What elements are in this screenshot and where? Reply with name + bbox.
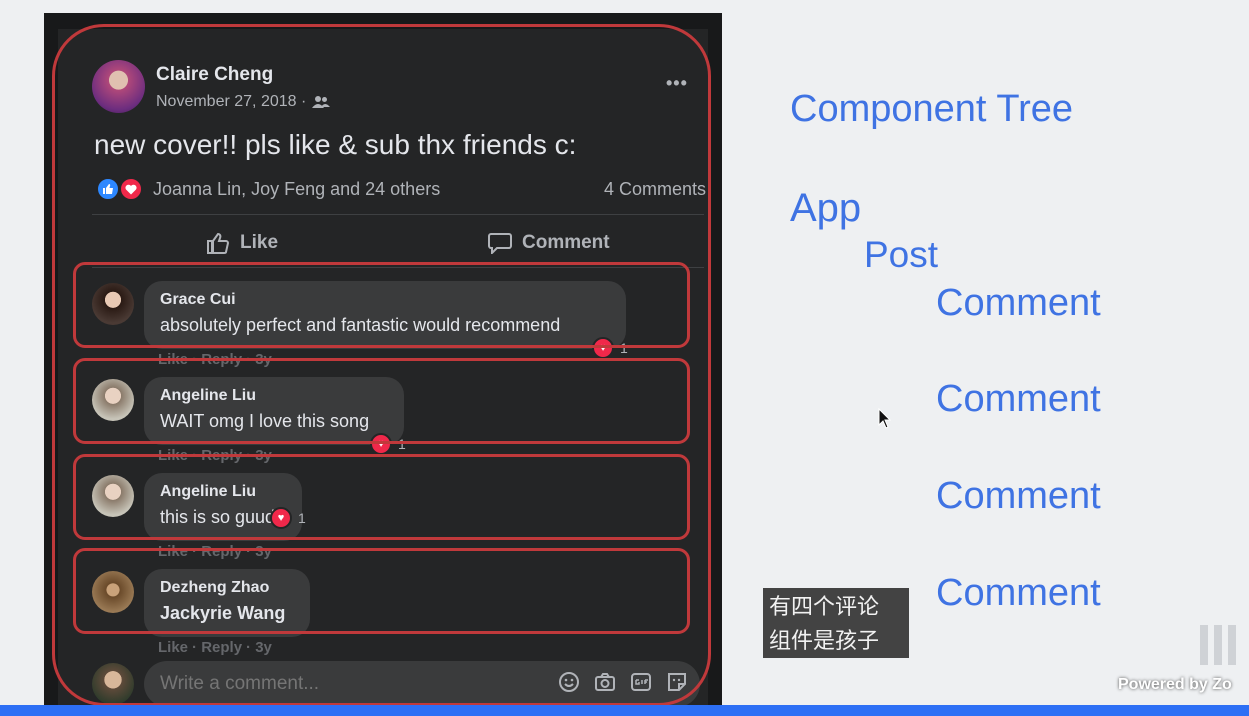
comment-reply-link[interactable]: Reply <box>201 543 242 560</box>
comment-text[interactable]: Jackyrie Wang <box>160 603 294 624</box>
comment-button[interactable]: Comment <box>488 229 610 257</box>
love-reaction-icon <box>119 177 143 201</box>
comment-text: absolutely perfect and fantastic would r… <box>160 315 561 335</box>
reactions-row[interactable]: Joanna Lin, Joy Feng and 24 others 4 Com… <box>96 175 706 201</box>
gif-icon[interactable] <box>630 671 652 693</box>
post-date: November 27, 2018 · <box>156 93 331 111</box>
commenter-avatar[interactable] <box>92 283 134 325</box>
love-reaction-icon: ♥ <box>592 337 614 359</box>
comment-actions: Like · Reply · 3y <box>158 447 272 464</box>
commenter-name[interactable]: Dezheng Zhao <box>160 579 294 597</box>
like-button[interactable]: Like <box>206 229 278 257</box>
like-button-label: Like <box>240 232 279 253</box>
comment-time: 3y <box>255 351 272 368</box>
divider <box>92 267 704 268</box>
commenter-avatar[interactable] <box>92 379 134 421</box>
comment-reaction-count: 1 <box>398 436 406 452</box>
author-name[interactable]: Claire Cheng <box>156 64 273 86</box>
comment-item: Angeline Liu this is so guud ♥ 1 Like · R… <box>92 469 704 563</box>
commenter-name[interactable]: Angeline Liu <box>160 483 286 501</box>
camera-icon[interactable] <box>594 671 616 693</box>
reactors-text[interactable]: Joanna Lin, Joy Feng and 24 others <box>153 179 440 200</box>
comment-tools <box>558 671 688 693</box>
mit-logo-icon <box>1200 625 1249 665</box>
comment-icon <box>488 233 512 254</box>
comment-bubble: Angeline Liu WAIT omg I love this song <box>144 377 404 445</box>
more-options-icon[interactable]: ••• <box>666 73 688 94</box>
comment-like-link[interactable]: Like <box>158 447 188 464</box>
bottom-progress-bar <box>0 705 1249 716</box>
tree-node-comment: Comment <box>936 378 1101 420</box>
post-text: new cover!! pls like & sub thx friends c… <box>94 129 577 160</box>
comment-like-link[interactable]: Like <box>158 543 188 560</box>
sticker-icon[interactable] <box>666 671 688 693</box>
author-avatar[interactable] <box>92 60 145 113</box>
commenter-avatar[interactable] <box>92 571 134 613</box>
love-reaction-icon: ♥ <box>270 507 292 529</box>
commenter-name[interactable]: Angeline Liu <box>160 387 388 405</box>
comment-count[interactable]: 4 Comments <box>604 179 706 200</box>
divider <box>92 214 704 215</box>
comment-reaction[interactable]: ♥ 1 <box>270 507 306 529</box>
comment-text: WAIT omg I love this song <box>160 411 370 431</box>
component-tree-title: Component Tree <box>790 88 1074 130</box>
comment-reaction-count: 1 <box>298 510 306 526</box>
comment-bubble: Dezheng Zhao Jackyrie Wang <box>144 569 310 637</box>
current-user-avatar[interactable] <box>92 663 134 705</box>
comment-bubble: Grace Cui absolutely perfect and fantast… <box>144 281 626 349</box>
comment-button-label: Comment <box>522 232 610 253</box>
comment-reaction[interactable]: ♥ 1 <box>370 433 406 455</box>
comment-reaction-count: 1 <box>620 340 628 356</box>
like-reaction-icon <box>96 177 120 201</box>
comment-like-link[interactable]: Like <box>158 351 188 368</box>
comment-reply-link[interactable]: Reply <box>201 351 242 368</box>
subtitle-line: 组件是孩子 <box>769 628 880 653</box>
comment-time: 3y <box>255 639 272 656</box>
comment-time: 3y <box>255 447 272 464</box>
post-panel: Claire Cheng November 27, 2018 · ••• new… <box>44 13 722 716</box>
tree-node-comment: Comment <box>936 572 1101 614</box>
comment-actions: Like · Reply · 3y <box>158 351 272 368</box>
comment-actions: Like · Reply · 3y <box>158 543 272 560</box>
thumbs-up-icon <box>207 232 230 254</box>
subtitle-line: 有四个评论 <box>769 594 880 619</box>
subtitle-caption: 有四个评论 组件是孩子 <box>763 588 909 658</box>
mouse-pointer-icon <box>878 408 892 429</box>
comment-actions: Like · Reply · 3y <box>158 639 272 656</box>
emoji-icon[interactable] <box>558 671 580 693</box>
comment-item: Angeline Liu WAIT omg I love this song ♥… <box>92 373 704 467</box>
post-card: Claire Cheng November 27, 2018 · ••• new… <box>58 29 708 716</box>
post-date-text: November 27, 2018 · <box>156 93 307 110</box>
comment-item: Dezheng Zhao Jackyrie Wang Like · Reply · … <box>92 565 704 659</box>
comment-reaction[interactable]: ♥ 1 <box>592 337 628 359</box>
comment-text: this is so guud <box>160 507 276 527</box>
write-comment-row <box>92 659 704 707</box>
comment-reply-link[interactable]: Reply <box>201 639 242 656</box>
powered-by-text: Powered by Zo <box>1118 676 1232 693</box>
tree-node-app: App <box>790 186 862 230</box>
comment-item: Grace Cui absolutely perfect and fantast… <box>92 277 704 371</box>
comment-time: 3y <box>255 543 272 560</box>
tree-node-comment: Comment <box>936 475 1101 517</box>
tree-node-post: Post <box>864 234 939 275</box>
commenter-avatar[interactable] <box>92 475 134 517</box>
love-reaction-icon: ♥ <box>370 433 392 455</box>
tree-node-comment: Comment <box>936 282 1101 324</box>
comment-reply-link[interactable]: Reply <box>201 447 242 464</box>
friends-icon <box>312 96 331 108</box>
commenter-name[interactable]: Grace Cui <box>160 291 610 309</box>
comment-like-link[interactable]: Like <box>158 639 188 656</box>
